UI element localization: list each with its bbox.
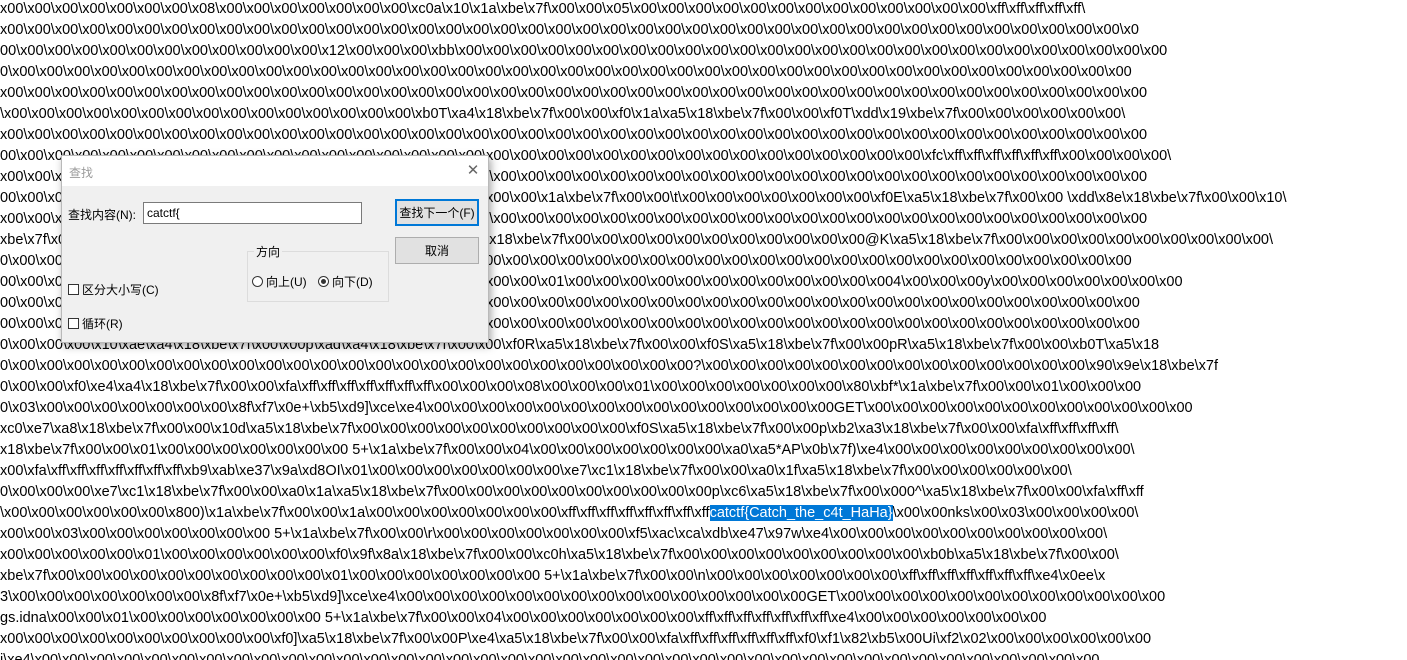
radio-unchecked-icon [252, 276, 263, 287]
text-line-content: i\xe4\x00\x00\x00\x00\x00\x00\x00\x00\x0… [0, 652, 1100, 660]
text-line-content: x00\x00\x00\x00\x00\x00\x00\x00\x00\x00\… [0, 22, 1140, 38]
text-line: 00\x00\x00\x00\x00\x00\x00\x00\x00\x00\x… [0, 41, 1167, 62]
text-line: xbe\x7f\x00\x00\x00\x00\x00\x00\x00\x00\… [0, 566, 1105, 587]
match-case-checkbox[interactable]: 区分大小写(C) [68, 281, 159, 298]
text-line-tail: \x00\x00nks\x00\x03\x00\x00\x00\x00\ [892, 505, 1139, 521]
text-line: x00\x00\x00\x00\x00\x00\x00\x00\x00\x00\… [0, 20, 1139, 41]
text-line-content: 00\x00\x00\x00\x00\x00\x00\x00\x00\x00\x… [0, 43, 1168, 59]
text-line-content: 0\x00\x00\x00\x00\x00\x00\x00\x00\x00\x0… [0, 64, 1132, 80]
wrap-around-checkbox[interactable]: 循环(R) [68, 315, 123, 332]
match-case-label: 区分大小写(C) [82, 283, 159, 297]
text-line: x00\x00\x00\x00\x00\x00\x00\x00\x00\x00\… [0, 629, 1151, 650]
text-line-content: 0\x00\x00\x00\xe7\xc1\x18\xbe\x7f\x00\x0… [0, 484, 1144, 500]
dialog-title: 查找 [69, 166, 94, 180]
dialog-titlebar[interactable]: 查找 ✕ [62, 156, 488, 186]
text-line-content: \x00\x00\x00\x00\x00\x00\x00\x00\x00\x00… [0, 106, 1126, 122]
text-line-content: xbe\x7f\x00\x00\x00\x00\x00\x00\x00\x00\… [0, 568, 1106, 584]
text-line: 0\x00\x00\x00\x00\x00\x00\x00\x00\x00\x0… [0, 62, 1132, 83]
text-line-content: xc0\xe7\xa8\x18\xbe\x7f\x00\x00\x10d\xa5… [0, 421, 1119, 437]
cancel-button[interactable]: 取消 [395, 237, 479, 264]
text-line: x00\x00\x00\x00\x00\x00\x00\x08\x00\x00\… [0, 0, 1085, 20]
direction-group: 方向 向上(U) 向下(D) [247, 243, 389, 302]
text-line-content: x18\xbe\x7f\x00\x00\x01\x00\x00\x00\x00\… [0, 442, 1135, 458]
text-line-content: 0\x00\x00\xf0\xe4\xa4\x18\xbe\x7f\x00\x0… [0, 379, 1142, 395]
checkbox-icon [68, 318, 79, 329]
text-line-content: x00\xfa\xff\xff\xff\xff\xff\xff\xff\xb9\… [0, 463, 1072, 479]
direction-legend: 方向 [254, 243, 283, 260]
text-line: 0\x03\x00\x00\x00\x00\x00\x00\x00\x8f\xf… [0, 398, 1193, 419]
text-line-content: 3\x00\x00\x00\x00\x00\x00\x00\x8f\xf7\x0… [0, 589, 1166, 605]
close-icon[interactable]: ✕ [463, 161, 483, 181]
radio-checked-icon [318, 276, 329, 287]
checkbox-icon [68, 284, 79, 295]
text-line-content: \x00\x00\x00\x00\x00\x00\x800)\x1a\xbe\x… [0, 505, 710, 521]
direction-down-radio[interactable]: 向下(D) [318, 273, 373, 290]
selected-match: catctf{Catch_the_c4t_HaHa} [709, 505, 893, 521]
text-line: 3\x00\x00\x00\x00\x00\x00\x00\x8f\xf7\x0… [0, 587, 1165, 608]
text-line: x00\x00\x00\x00\x00\x00\x00\x00\x00\x00\… [0, 125, 1147, 146]
text-line: 0\x00\x00\x00\xe7\xc1\x18\xbe\x7f\x00\x0… [0, 482, 1144, 503]
find-what-input[interactable] [143, 202, 362, 224]
text-line-content: x00\x00\x00\x00\x00\x01\x00\x00\x00\x00\… [0, 547, 1119, 563]
wrap-around-label: 循环(R) [82, 317, 123, 331]
text-line: x00\x00\x00\x00\x00\x00\x00\x00\x00\x00\… [0, 83, 1147, 104]
find-what-label: 查找内容(N): [68, 208, 136, 222]
text-line-content: x00\x00\x03\x00\x00\x00\x00\x00\x00\x00 … [0, 526, 1108, 542]
text-line-content: x00\x00\x00\x00\x00\x00\x00\x00\x00\x00\… [0, 127, 1148, 143]
text-line: xc0\xe7\xa8\x18\xbe\x7f\x00\x00\x10d\xa5… [0, 419, 1119, 440]
text-line: 0\x00\x00\xf0\xe4\xa4\x18\xbe\x7f\x00\x0… [0, 377, 1141, 398]
text-line: x18\xbe\x7f\x00\x00\x01\x00\x00\x00\x00\… [0, 440, 1135, 461]
text-line: x00\xfa\xff\xff\xff\xff\xff\xff\xff\xb9\… [0, 461, 1072, 482]
text-line-content: 0\x00\x00\x00\x00\x00\x00\x00\x00\x00\x0… [0, 358, 1218, 374]
text-line: 0\x00\x00\x00\x00\x00\x00\x00\x00\x00\x0… [0, 356, 1218, 377]
direction-up-label: 向上(U) [266, 275, 307, 289]
text-line: gs.idna\x00\x00\x01\x00\x00\x00\x00\x00\… [0, 608, 1046, 629]
text-line-content: x00\x00\x00\x00\x00\x00\x00\x08\x00\x00\… [0, 1, 1086, 17]
find-dialog: 查找 ✕ 查找内容(N): 查找下一个(F) 取消 方向 向上(U) 向下(D)… [61, 155, 489, 343]
find-next-button[interactable]: 查找下一个(F) [395, 199, 479, 226]
direction-up-radio[interactable]: 向上(U) [252, 273, 307, 290]
text-line: x00\x00\x00\x00\x00\x01\x00\x00\x00\x00\… [0, 545, 1119, 566]
direction-down-label: 向下(D) [332, 275, 373, 289]
text-line-content: gs.idna\x00\x00\x01\x00\x00\x00\x00\x00\… [0, 610, 1047, 626]
text-line: \x00\x00\x00\x00\x00\x00\x00\x00\x00\x00… [0, 104, 1125, 125]
text-line-content: x00\x00\x00\x00\x00\x00\x00\x00\x00\x00\… [0, 85, 1148, 101]
text-line: x00\x00\x03\x00\x00\x00\x00\x00\x00\x00 … [0, 524, 1107, 545]
text-line: i\xe4\x00\x00\x00\x00\x00\x00\x00\x00\x0… [0, 650, 1100, 660]
text-line: \x00\x00\x00\x00\x00\x00\x800)\x1a\xbe\x… [0, 503, 1138, 524]
text-line-content: x00\x00\x00\x00\x00\x00\x00\x00\x00\x00\… [0, 631, 1152, 647]
text-line-content: 0\x03\x00\x00\x00\x00\x00\x00\x00\x8f\xf… [0, 400, 1193, 416]
